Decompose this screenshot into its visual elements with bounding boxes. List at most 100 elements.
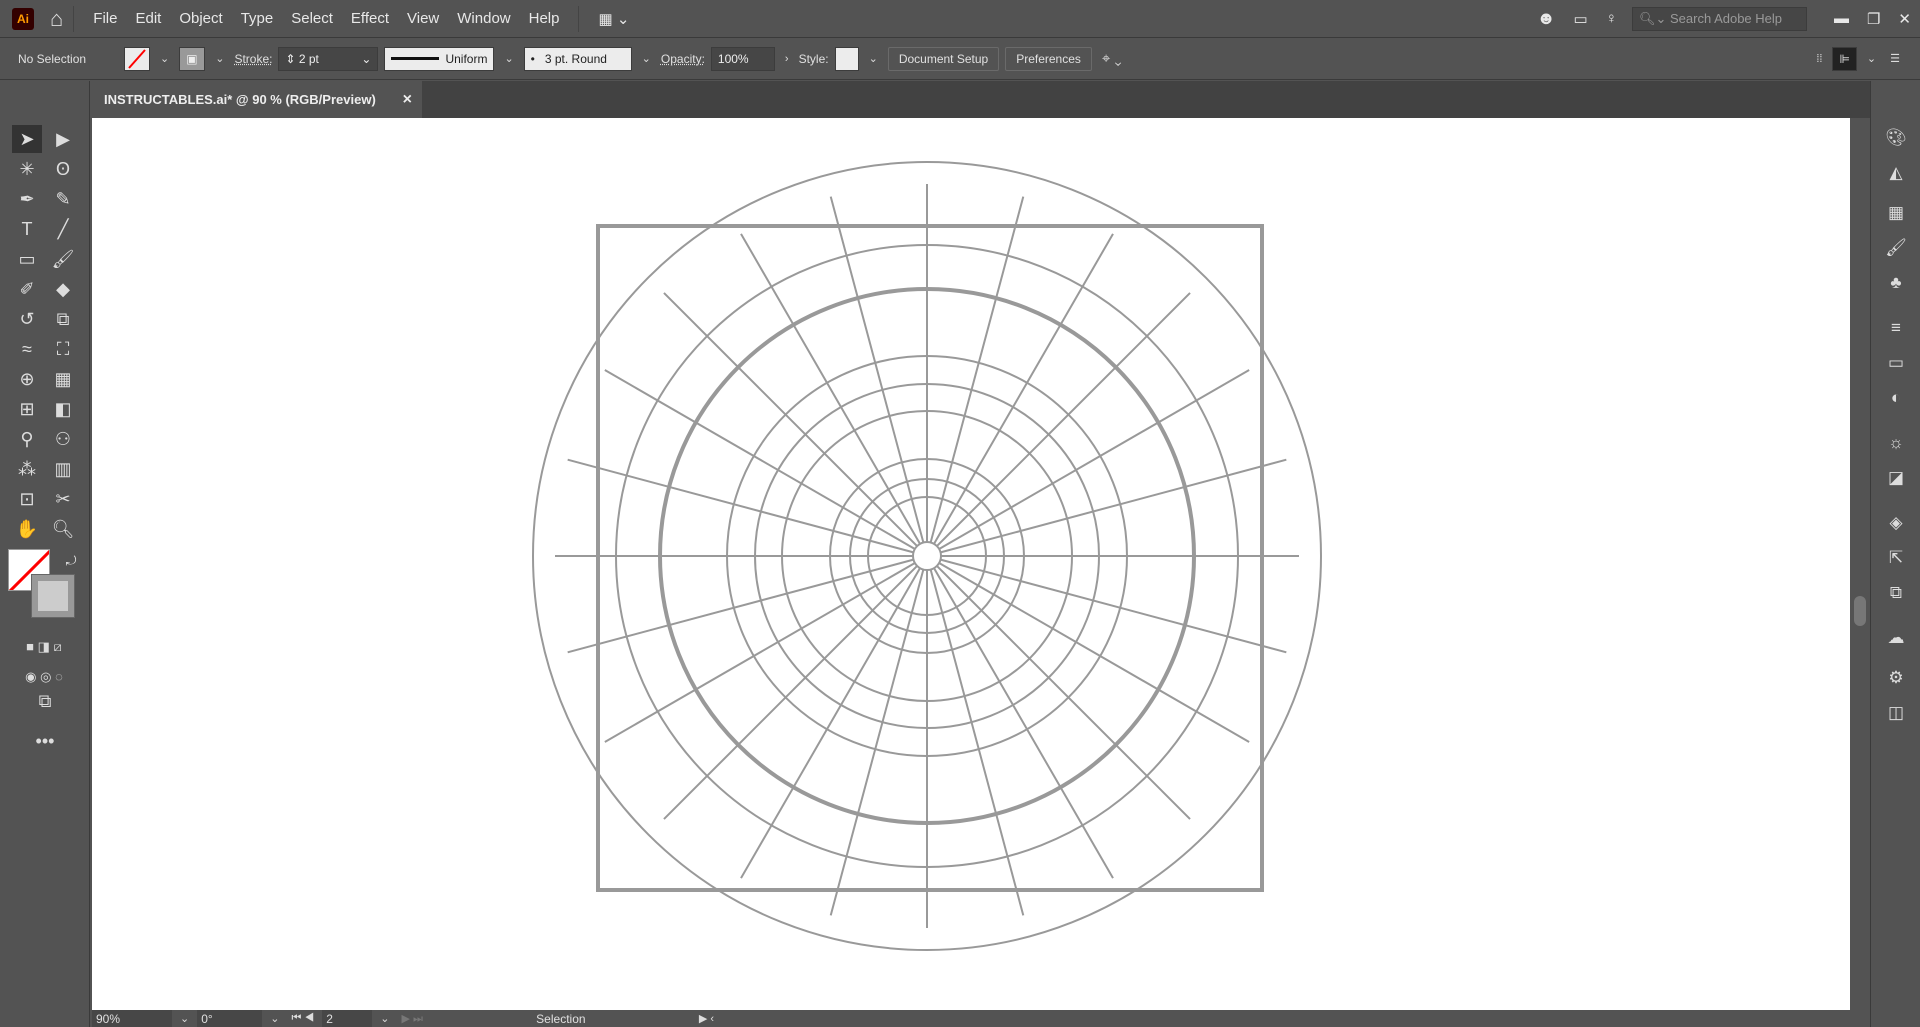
- type-tool-icon[interactable]: T: [12, 215, 42, 243]
- center-circle[interactable]: [912, 541, 942, 571]
- zoom-tool-icon[interactable]: 🔍︎: [48, 515, 78, 543]
- appearance-panel-icon[interactable]: ☼: [1884, 431, 1908, 455]
- direct-selection-tool-icon[interactable]: ▶: [48, 125, 78, 153]
- asset-export-panel-icon[interactable]: ◫: [1884, 701, 1908, 725]
- hand-tool-icon[interactable]: ✋: [12, 515, 42, 543]
- edit-toolbar-more-icon[interactable]: •••: [30, 727, 60, 755]
- swatches-panel-icon[interactable]: ▦: [1884, 201, 1908, 225]
- current-tool-status[interactable]: Selection: [430, 1010, 691, 1027]
- restore-button[interactable]: ❐: [1858, 10, 1889, 28]
- preferences-button[interactable]: Preferences: [1005, 46, 1092, 71]
- graphic-styles-panel-icon[interactable]: ◪: [1884, 466, 1908, 490]
- select-similar-icon[interactable]: ⌖ ⌄: [1098, 50, 1126, 67]
- color-guide-panel-icon[interactable]: 🎨︎: [1884, 126, 1908, 150]
- rectangle-tool-icon[interactable]: ▭: [12, 245, 42, 273]
- align-icon[interactable]: ⁞⁞: [1812, 53, 1826, 65]
- gradient-tool-icon[interactable]: ◧: [48, 395, 78, 423]
- menu-effect[interactable]: Effect: [342, 10, 398, 27]
- radial-line[interactable]: [938, 369, 1250, 550]
- artboards-panel-icon[interactable]: ⧉: [1884, 581, 1908, 605]
- warp-tool-icon[interactable]: ≈: [12, 335, 42, 363]
- color-panel-icon[interactable]: ◭: [1884, 161, 1908, 185]
- color-mode-buttons[interactable]: ■ ◨ ⧄: [8, 633, 80, 661]
- rotate-tool-icon[interactable]: ↺: [12, 305, 42, 333]
- brush-definition[interactable]: • 3 pt. Round: [523, 46, 632, 71]
- properties-toggle-icon[interactable]: ⊫: [1832, 46, 1857, 71]
- menu-select[interactable]: Select: [282, 10, 342, 27]
- brushes-panel-icon[interactable]: 🖌︎: [1884, 236, 1908, 260]
- selection-tool-icon[interactable]: ➤: [12, 125, 42, 153]
- polar-grid-artwork[interactable]: [92, 118, 1850, 1010]
- opacity-arrow[interactable]: ›: [781, 53, 793, 65]
- radial-line[interactable]: [604, 562, 916, 743]
- layers-panel-icon[interactable]: ◈: [1884, 511, 1908, 535]
- pen-tool-icon[interactable]: ✒: [12, 185, 42, 213]
- scroll-thumb[interactable]: [1854, 596, 1866, 626]
- opacity-input[interactable]: 100%: [710, 46, 775, 71]
- radial-line[interactable]: [933, 233, 1114, 545]
- status-menu-arrow[interactable]: ▶ ‹: [695, 1012, 718, 1025]
- mesh-tool-icon[interactable]: ⊞: [12, 395, 42, 423]
- menu-edit[interactable]: Edit: [126, 10, 170, 27]
- workspace-switcher-icon[interactable]: ▦ ⌄: [589, 10, 638, 28]
- artboard-number[interactable]: 2: [322, 1010, 373, 1027]
- document-tab[interactable]: INSTRUCTABLES.ai* @ 90 % (RGB/Preview) ×: [92, 81, 422, 118]
- scale-tool-icon[interactable]: ⧉: [48, 305, 78, 333]
- radial-line[interactable]: [933, 567, 1114, 879]
- graphic-style-swatch[interactable]: [834, 46, 859, 71]
- symbols-panel-icon[interactable]: ♣: [1884, 271, 1908, 295]
- radial-line[interactable]: [604, 369, 916, 550]
- home-icon[interactable]: ⌂: [50, 6, 63, 32]
- menu-help[interactable]: Help: [520, 10, 569, 27]
- swap-fill-stroke-icon[interactable]: ⤾: [56, 547, 86, 575]
- eraser-tool-icon[interactable]: ◆: [48, 275, 78, 303]
- column-graph-tool-icon[interactable]: ▥: [48, 455, 78, 483]
- profile-dropdown[interactable]: ⌄: [500, 52, 517, 65]
- document-setup-button[interactable]: Document Setup: [887, 46, 1000, 71]
- radial-line[interactable]: [740, 233, 921, 545]
- perspective-grid-tool-icon[interactable]: ▦: [48, 365, 78, 393]
- shape-builder-tool-icon[interactable]: ⊕: [12, 365, 42, 393]
- slice-tool-icon[interactable]: ✂: [48, 485, 78, 513]
- fill-swatch[interactable]: [124, 46, 150, 71]
- fill-dropdown[interactable]: ⌄: [156, 52, 173, 65]
- line-tool-icon[interactable]: ╱: [48, 215, 78, 243]
- stroke-weight-input[interactable]: ⇕ 2 pt ⌄: [278, 46, 379, 71]
- next-artboard-icon[interactable]: ▶ ⏭: [397, 1012, 426, 1026]
- radial-line[interactable]: [938, 562, 1250, 743]
- opacity-label[interactable]: Opacity:: [661, 52, 705, 66]
- variable-width-profile[interactable]: Uniform: [384, 46, 495, 71]
- stroke-dropdown[interactable]: ⌄: [211, 52, 228, 65]
- stroke-panel-icon[interactable]: ≡: [1884, 316, 1908, 340]
- symbol-sprayer-tool-icon[interactable]: ⁂: [12, 455, 42, 483]
- magic-wand-tool-icon[interactable]: ✳: [12, 155, 42, 183]
- artboard-tool-icon[interactable]: ⊡: [12, 485, 42, 513]
- menu-file[interactable]: File: [84, 10, 126, 27]
- export-panel-icon[interactable]: ⇱: [1884, 546, 1908, 570]
- panel-menu-icon[interactable]: ☰: [1886, 52, 1904, 65]
- vertical-scrollbar[interactable]: [1850, 118, 1870, 1010]
- blend-tool-icon[interactable]: ⚇: [48, 425, 78, 453]
- screen-mode-icon[interactable]: ⧉: [30, 687, 60, 715]
- menu-type[interactable]: Type: [232, 10, 283, 27]
- stroke-label[interactable]: Stroke:: [234, 52, 272, 66]
- gradient-panel-icon[interactable]: ▭: [1884, 351, 1908, 375]
- stroke-swatch[interactable]: ▣: [179, 46, 206, 71]
- properties-panel-icon[interactable]: ⚙: [1884, 666, 1908, 690]
- stroke-color-swatch[interactable]: [31, 574, 75, 618]
- shaper-tool-icon[interactable]: ✐: [12, 275, 42, 303]
- transparency-panel-icon[interactable]: ◐: [1884, 386, 1908, 410]
- curvature-tool-icon[interactable]: ✎: [48, 185, 78, 213]
- rotation-angle[interactable]: 0°: [197, 1010, 263, 1027]
- menu-window[interactable]: Window: [448, 10, 519, 27]
- brush-dropdown[interactable]: ⌄: [638, 52, 655, 65]
- style-dropdown[interactable]: ⌄: [865, 52, 882, 65]
- artboard-canvas[interactable]: [92, 118, 1850, 1010]
- arrange-documents-icon[interactable]: ▭: [1565, 10, 1597, 28]
- share-user-icon[interactable]: ☻: [1528, 8, 1565, 29]
- zoom-level[interactable]: 90%: [92, 1010, 172, 1027]
- search-help-input[interactable]: 🔍︎⌄ Search Adobe Help: [1631, 6, 1807, 31]
- lasso-tool-icon[interactable]: ʘ: [48, 155, 78, 183]
- menu-object[interactable]: Object: [170, 10, 231, 27]
- radial-line[interactable]: [740, 567, 921, 879]
